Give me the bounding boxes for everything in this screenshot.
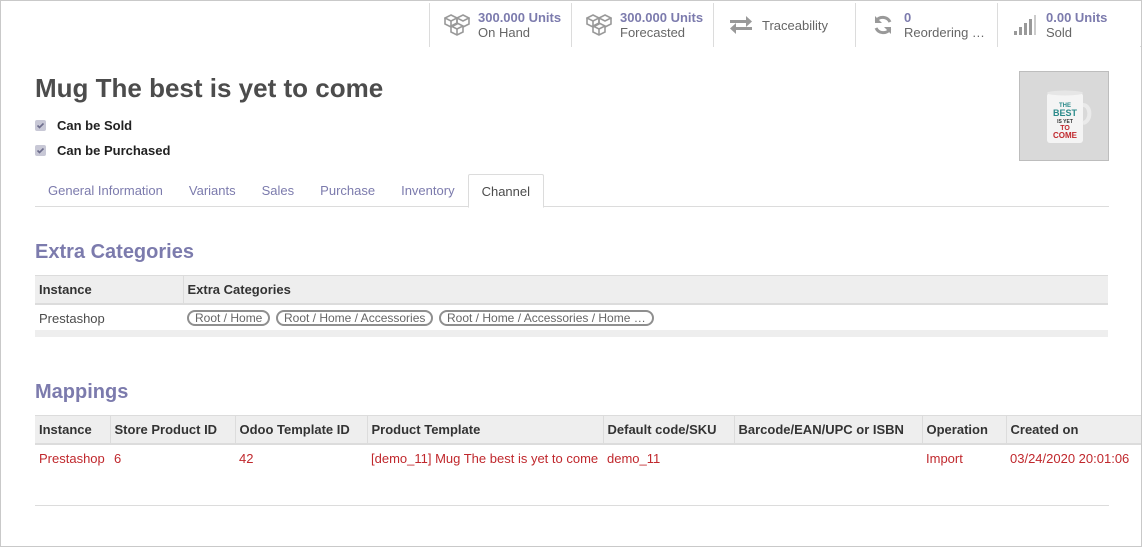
- column-header-store-product-id[interactable]: Store Product ID: [109, 415, 235, 445]
- column-header-barcode[interactable]: Barcode/EAN/UPC or ISBN: [733, 415, 922, 445]
- extra-categories-title: Extra Categories: [35, 241, 194, 263]
- sold-button[interactable]: 0.00 Units Sold: [998, 3, 1140, 47]
- cell-product-template: [demo_11] Mug The best is yet to come: [371, 450, 599, 466]
- traceability-button[interactable]: Traceability: [714, 3, 856, 47]
- can-be-purchased-row: Can be Purchased: [35, 143, 170, 158]
- reordering-button[interactable]: 0 Reordering …: [856, 3, 998, 47]
- column-header-created-on[interactable]: Created on: [1005, 415, 1141, 445]
- product-form-sheet: 300.000 Units On Hand 300.000 Units Fore…: [0, 0, 1142, 547]
- table-row[interactable]: Prestashop 6 42 [demo_11] Mug The best i…: [35, 444, 1141, 472]
- cell-created-on: 03/24/2020 20:01:06: [1010, 450, 1130, 466]
- sold-value: 0.00 Units: [1046, 10, 1108, 25]
- column-header-instance[interactable]: Instance: [35, 275, 183, 305]
- mug-image: THE BEST IS YET TO COME: [1047, 90, 1092, 143]
- reordering-label: Reordering …: [904, 25, 985, 40]
- table-row[interactable]: Prestashop Root / Home Root / Home / Acc…: [35, 304, 1108, 332]
- mappings-title: Mappings: [35, 381, 129, 403]
- on-hand-value: 300.000 Units: [478, 10, 562, 25]
- reordering-value: 0: [904, 10, 912, 25]
- tab-purchase[interactable]: Purchase: [307, 174, 388, 207]
- cell-extra-categories: Root / Home Root / Home / Accessories Ro…: [183, 304, 1108, 332]
- mappings-table: Instance Store Product ID Odoo Template …: [35, 415, 1141, 472]
- divider: [35, 505, 1109, 506]
- category-tag[interactable]: Root / Home / Accessories / Home …: [439, 310, 654, 326]
- table-header-row: Instance Store Product ID Odoo Template …: [35, 415, 1141, 445]
- can-be-purchased-checkbox[interactable]: [35, 145, 46, 156]
- traceability-label: Traceability: [762, 17, 828, 33]
- can-be-sold-checkbox[interactable]: [35, 120, 46, 131]
- on-hand-button[interactable]: 300.000 Units On Hand: [430, 3, 572, 47]
- refresh-icon: [870, 14, 896, 36]
- tab-channel[interactable]: Channel: [467, 174, 545, 208]
- column-header-product-template[interactable]: Product Template: [366, 415, 603, 445]
- category-tag[interactable]: Root / Home / Accessories: [275, 310, 434, 326]
- cubes-icon: [444, 14, 470, 36]
- column-header-odoo-template-id[interactable]: Odoo Template ID: [234, 415, 367, 445]
- forecasted-value: 300.000 Units: [620, 10, 704, 25]
- table-footer: [35, 330, 1108, 337]
- cell-odoo-template-id: 42: [239, 450, 254, 466]
- column-header-instance[interactable]: Instance: [35, 415, 110, 445]
- forecasted-label: Forecasted: [620, 25, 686, 40]
- column-header-default-code[interactable]: Default code/SKU: [602, 415, 734, 445]
- can-be-sold-row: Can be Sold: [35, 118, 132, 133]
- cell-default-code: demo_11: [607, 450, 661, 466]
- product-name[interactable]: Mug The best is yet to come: [35, 73, 383, 104]
- product-image[interactable]: THE BEST IS YET TO COME: [1019, 71, 1109, 161]
- forecasted-button[interactable]: 300.000 Units Forecasted: [572, 3, 714, 47]
- cell-operation: Import: [926, 450, 963, 466]
- column-header-operation[interactable]: Operation: [921, 415, 1006, 445]
- cell-instance: Prestashop: [39, 310, 105, 326]
- column-header-extra-categories[interactable]: Extra Categories: [182, 275, 1108, 305]
- tab-sales[interactable]: Sales: [249, 174, 308, 207]
- tab-general-information[interactable]: General Information: [35, 174, 176, 207]
- cell-store-product-id: 6: [114, 450, 122, 466]
- arrows-exchange-icon: [728, 14, 754, 36]
- mug-text-come: COME: [1053, 131, 1078, 140]
- tab-inventory[interactable]: Inventory: [388, 174, 467, 207]
- mug-text-best: BEST: [1053, 108, 1078, 118]
- cubes-icon: [586, 14, 612, 36]
- tab-variants[interactable]: Variants: [176, 174, 249, 207]
- can-be-purchased-label: Can be Purchased: [57, 143, 171, 158]
- notebook-tabs: General Information Variants Sales Purch…: [35, 174, 1109, 208]
- table-header-row: Instance Extra Categories: [35, 275, 1108, 305]
- sold-label: Sold: [1046, 25, 1073, 40]
- cell-barcode: [734, 444, 922, 472]
- cell-instance: Prestashop: [39, 450, 105, 466]
- signal-bars-icon: [1012, 14, 1038, 36]
- category-tag[interactable]: Root / Home: [187, 310, 271, 326]
- can-be-sold-label: Can be Sold: [57, 118, 133, 133]
- extra-categories-table: Instance Extra Categories Prestashop Roo…: [35, 275, 1108, 332]
- on-hand-label: On Hand: [478, 25, 531, 40]
- smart-button-box: 300.000 Units On Hand 300.000 Units Fore…: [429, 3, 1141, 47]
